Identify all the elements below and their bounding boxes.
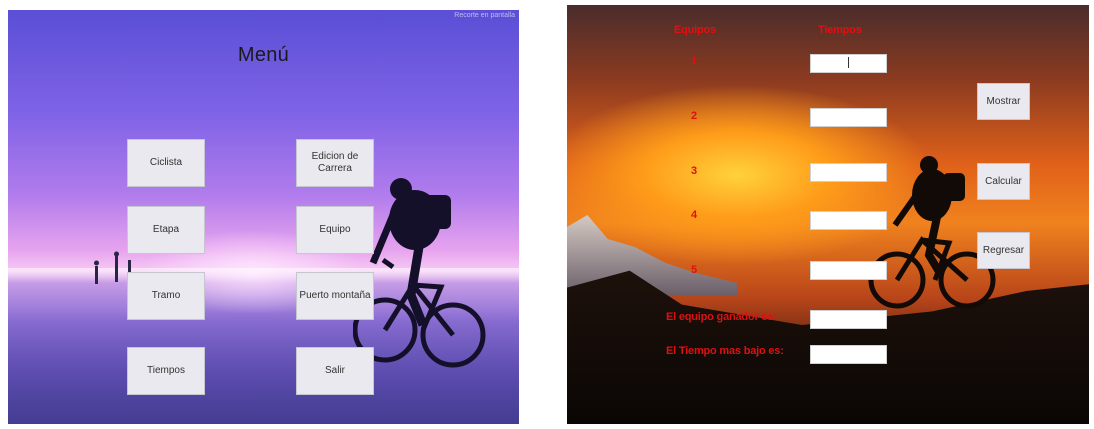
winner-label: El equipo ganador es: — [666, 311, 777, 323]
team-number-5: 5 — [690, 264, 698, 276]
edicion-carrera-button[interactable]: Edicion de Carrera — [296, 139, 374, 187]
equipo-button[interactable]: Equipo — [296, 206, 374, 254]
menu-title: Menú — [237, 44, 290, 66]
tiempos-header: Tiempos — [818, 24, 862, 36]
puerto-montana-button[interactable]: Puerto montaña — [296, 272, 374, 320]
ciclista-button[interactable]: Ciclista — [127, 139, 205, 187]
etapa-button[interactable]: Etapa — [127, 206, 205, 254]
watermark-text: Recorte en pantalla — [454, 12, 515, 19]
team-3-time-field[interactable] — [810, 163, 887, 182]
cyclist-silhouette — [353, 178, 486, 368]
team-4-time-field[interactable] — [810, 211, 887, 230]
mostrar-button[interactable]: Mostrar — [977, 83, 1030, 120]
calcular-button[interactable]: Calcular — [977, 163, 1030, 200]
lowest-time-field[interactable] — [810, 345, 887, 364]
team-number-2: 2 — [690, 110, 698, 122]
regresar-button[interactable]: Regresar — [977, 232, 1030, 269]
winner-field[interactable] — [810, 310, 887, 329]
team-2-time-field[interactable] — [810, 108, 887, 127]
team-number-3: 3 — [690, 165, 698, 177]
tramo-button[interactable]: Tramo — [127, 272, 205, 320]
team-number-4: 4 — [690, 209, 698, 221]
tiempos-button[interactable]: Tiempos — [127, 347, 205, 395]
menu-window: Recorte en pantalla Menú Ciclista Etapa … — [8, 10, 519, 424]
text-caret — [848, 57, 849, 68]
team-number-1: 1 — [690, 55, 698, 67]
dark-hill — [567, 270, 1089, 424]
lowest-time-label: El Tiempo mas bajo es: — [666, 345, 784, 357]
equipos-header: Equipos — [674, 24, 716, 36]
salir-button[interactable]: Salir — [296, 347, 374, 395]
times-window: Equipos Tiempos 1 2 3 4 5 El equipo gana… — [567, 5, 1089, 424]
team-5-time-field[interactable] — [810, 261, 887, 280]
